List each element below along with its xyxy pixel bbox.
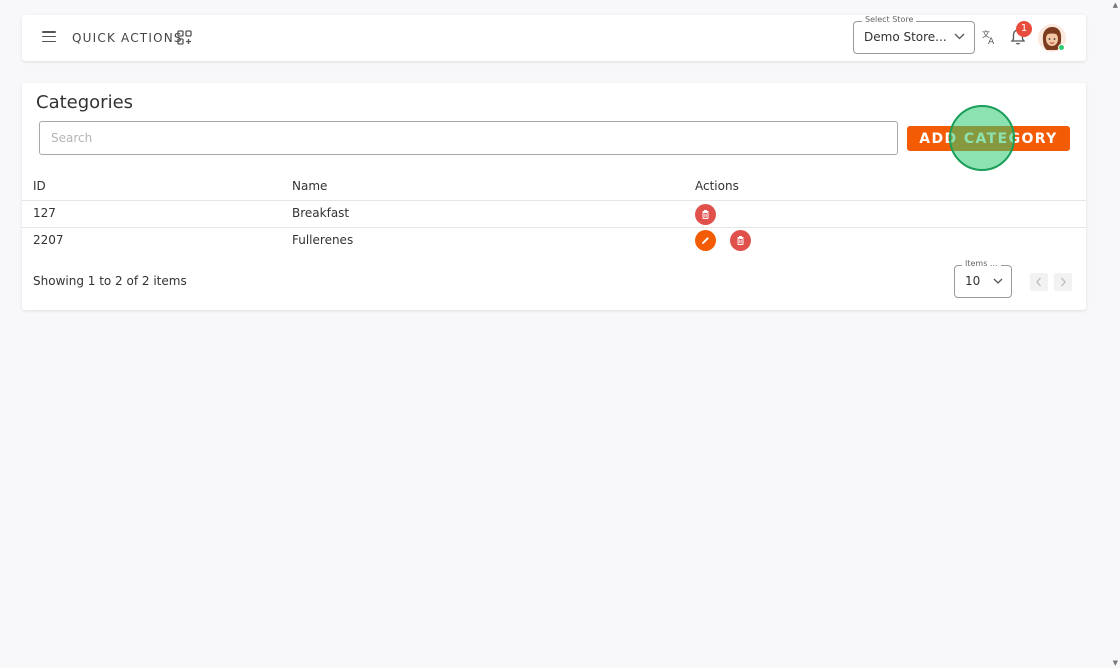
trash-icon bbox=[702, 210, 709, 219]
add-category-button[interactable]: ADD CATEGORY bbox=[907, 126, 1070, 151]
translate-icon[interactable]: 文 A bbox=[982, 29, 997, 45]
trash-icon bbox=[737, 236, 744, 245]
scrollbar-down-arrow[interactable]: ▼ bbox=[1113, 659, 1118, 667]
pagination-summary: Showing 1 to 2 of 2 items bbox=[33, 274, 187, 288]
row-name: Breakfast bbox=[292, 206, 350, 220]
chevron-down-icon bbox=[993, 278, 1003, 284]
next-page-button[interactable] bbox=[1054, 273, 1072, 291]
header-divider bbox=[22, 200, 1086, 201]
page-title: Categories bbox=[36, 92, 134, 113]
row-id: 2207 bbox=[33, 233, 64, 247]
previous-page-button[interactable] bbox=[1030, 273, 1048, 291]
chevron-down-icon bbox=[954, 33, 965, 40]
categories-card: Categories ADD CATEGORY ID Name Actions … bbox=[22, 83, 1086, 310]
notification-badge: 1 bbox=[1016, 21, 1032, 37]
quick-actions-label[interactable]: QUICK ACTIONS bbox=[72, 31, 183, 45]
quick-actions-grid-icon[interactable] bbox=[177, 30, 192, 45]
store-select[interactable]: Select Store Demo Store... bbox=[853, 15, 975, 54]
svg-text:A: A bbox=[988, 37, 995, 45]
menu-icon[interactable] bbox=[42, 31, 56, 43]
delete-button[interactable] bbox=[730, 230, 751, 251]
column-header-name: Name bbox=[292, 179, 328, 193]
items-per-page-value: 10 bbox=[965, 274, 981, 288]
edit-button[interactable] bbox=[695, 230, 716, 251]
store-select-label: Select Store bbox=[862, 15, 917, 25]
search-input[interactable] bbox=[39, 121, 898, 155]
column-header-id: ID bbox=[33, 179, 46, 193]
chevron-right-icon bbox=[1061, 277, 1066, 287]
store-select-value: Demo Store... bbox=[864, 30, 947, 44]
row-divider bbox=[22, 227, 1086, 228]
pencil-icon bbox=[702, 237, 709, 244]
top-bar: QUICK ACTIONS Select Store Demo Store...… bbox=[22, 15, 1086, 61]
items-per-page-box[interactable] bbox=[954, 265, 1012, 298]
items-per-page-select[interactable]: Items ... 10 bbox=[954, 259, 1012, 298]
column-header-actions: Actions bbox=[695, 179, 739, 193]
scrollbar-up-arrow[interactable]: ▲ bbox=[1113, 1, 1118, 9]
chevron-left-icon bbox=[1036, 277, 1041, 287]
row-name: Fullerenes bbox=[292, 233, 354, 247]
online-status-dot bbox=[1058, 44, 1065, 51]
items-per-page-label: Items ... bbox=[962, 259, 1001, 269]
row-id: 127 bbox=[33, 206, 56, 220]
delete-button[interactable] bbox=[695, 204, 716, 225]
